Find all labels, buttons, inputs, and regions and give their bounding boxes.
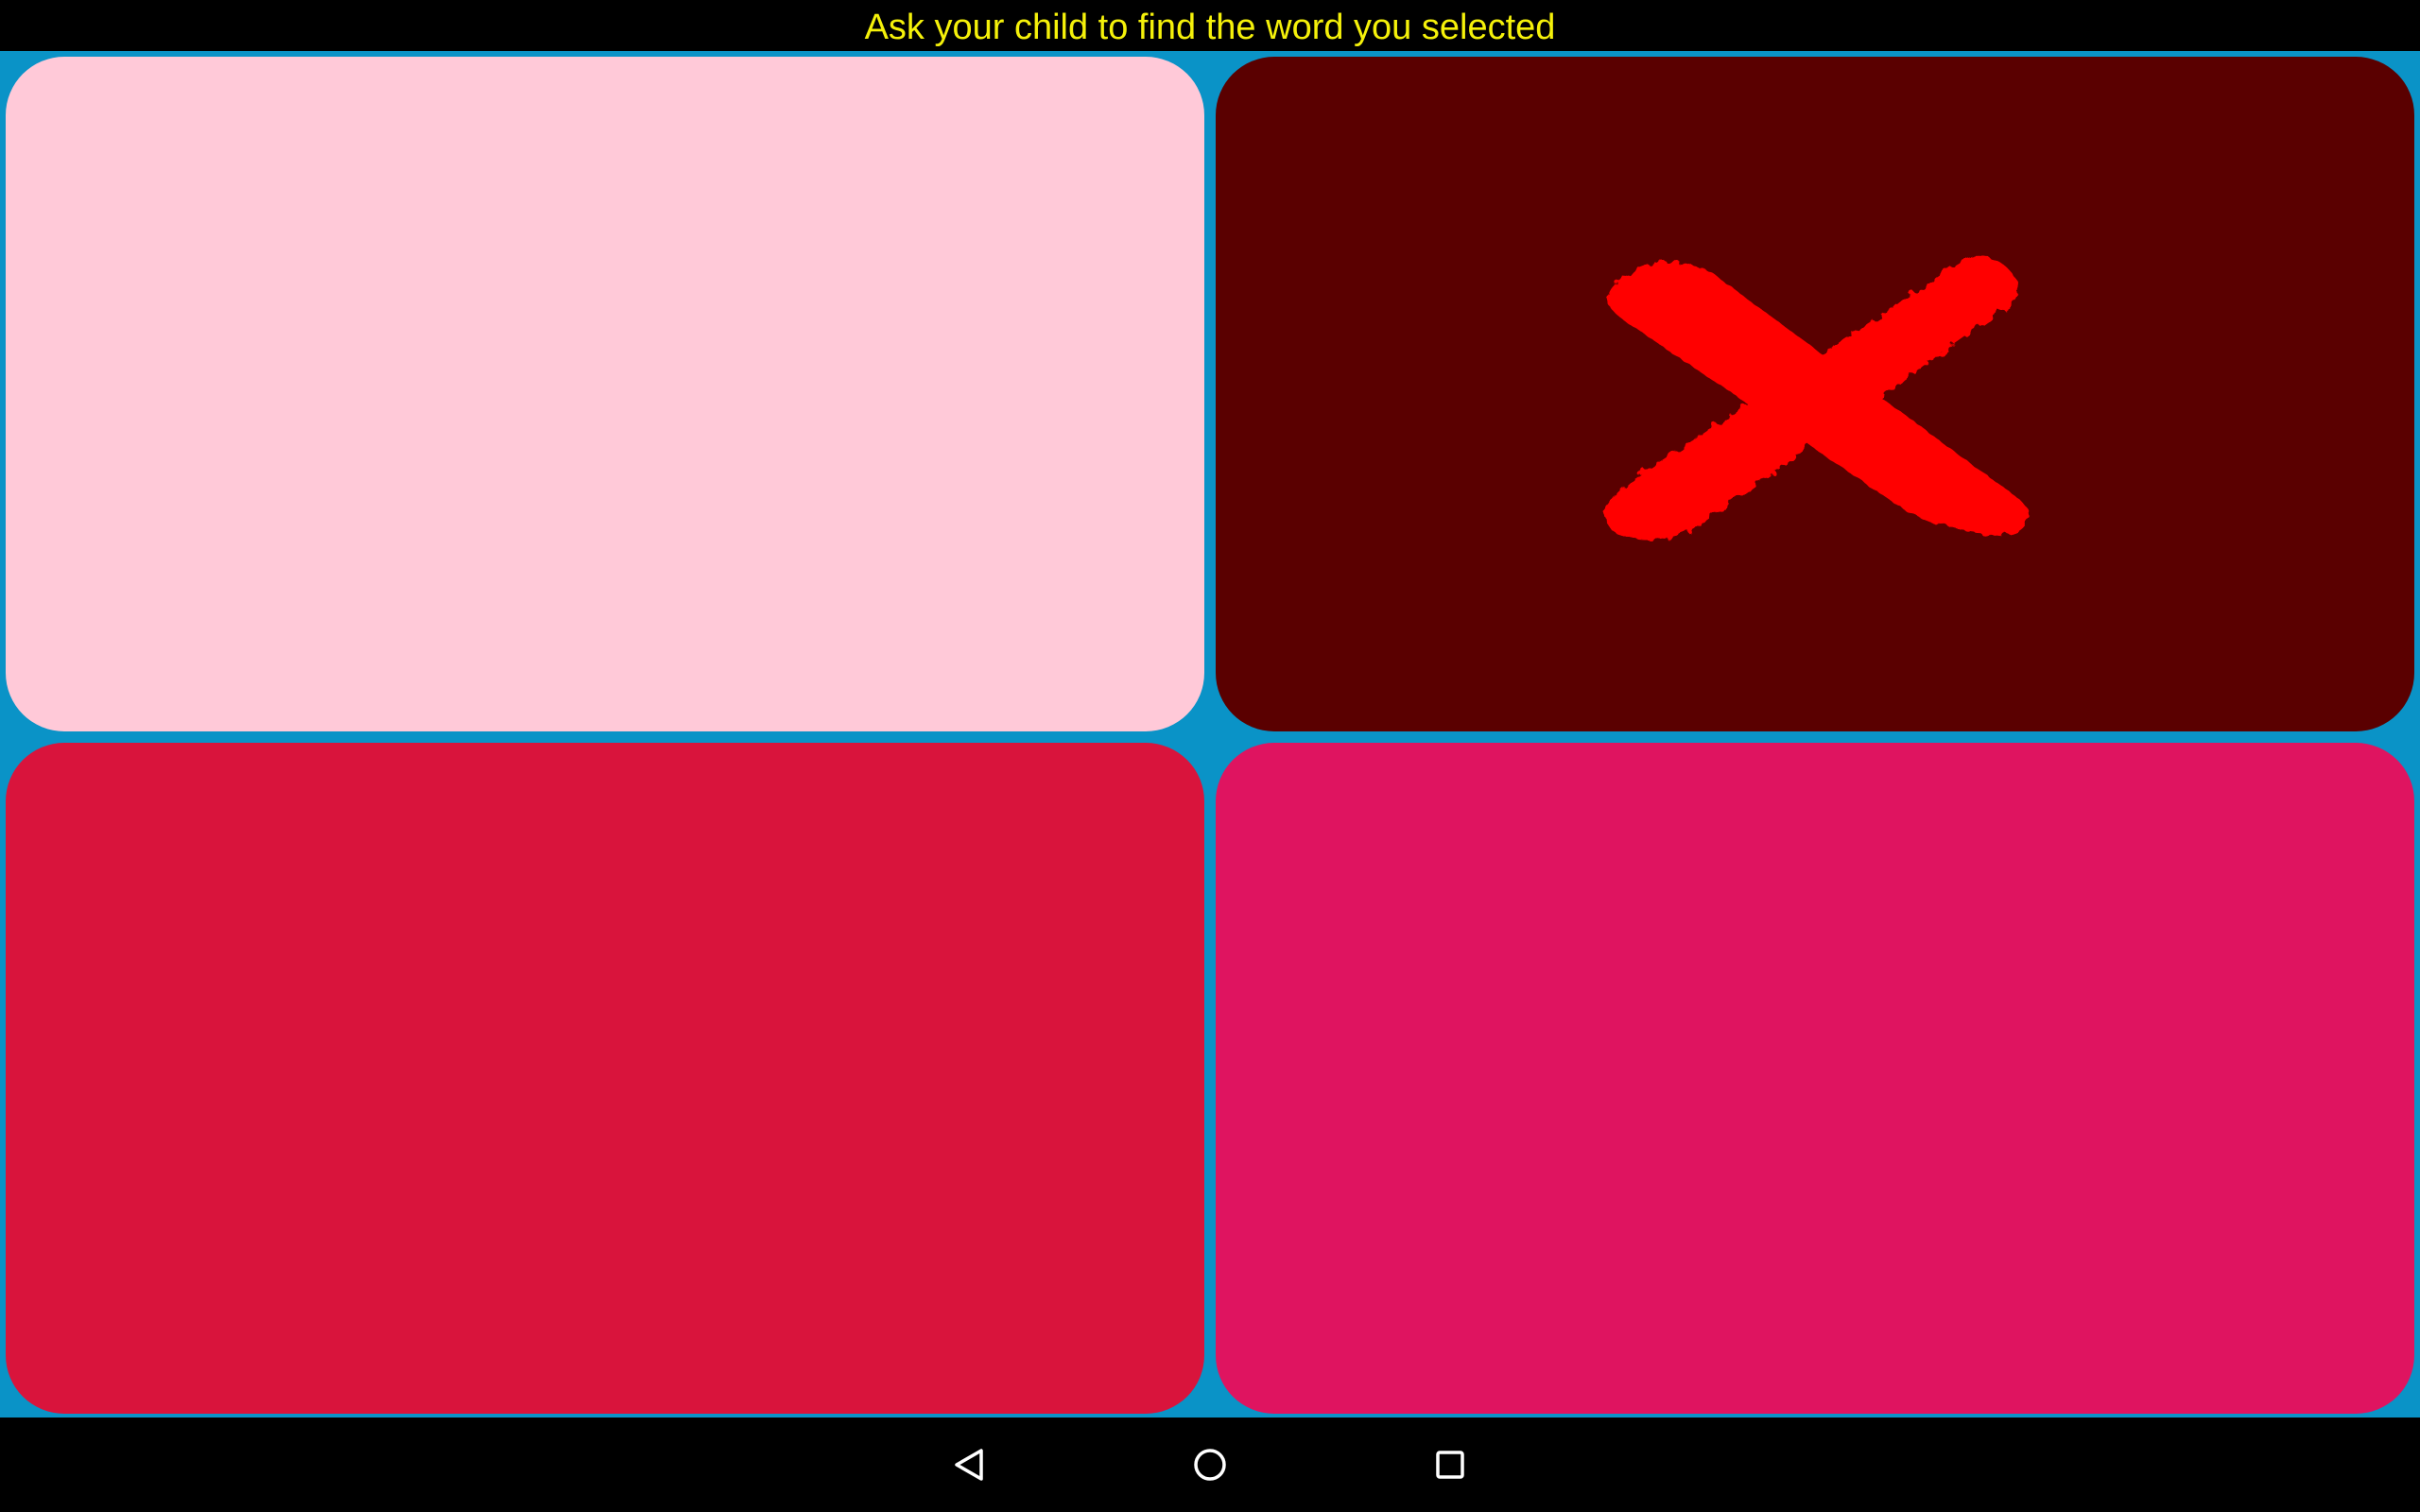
back-triangle-icon xyxy=(955,1449,983,1481)
recents-square-icon xyxy=(1436,1451,1464,1479)
app-screen: Ask your child to find the word you sele… xyxy=(0,0,2420,1512)
color-card-raspberry[interactable] xyxy=(1216,743,2414,1414)
instruction-bar: Ask your child to find the word you sele… xyxy=(0,0,2420,51)
red-x-icon xyxy=(1604,257,2029,541)
recents-button[interactable] xyxy=(1424,1438,1477,1491)
instruction-text: Ask your child to find the word you sele… xyxy=(864,8,1556,47)
color-card-crimson[interactable] xyxy=(6,743,1204,1414)
back-button[interactable] xyxy=(943,1438,996,1491)
system-navigation-bar xyxy=(0,1418,2420,1512)
color-card-dark-red-wrong[interactable] xyxy=(1216,57,2414,731)
home-button[interactable] xyxy=(1184,1438,1236,1491)
home-circle-icon xyxy=(1194,1449,1226,1481)
color-choice-board xyxy=(0,51,2420,1418)
color-card-light-pink[interactable] xyxy=(6,57,1204,731)
